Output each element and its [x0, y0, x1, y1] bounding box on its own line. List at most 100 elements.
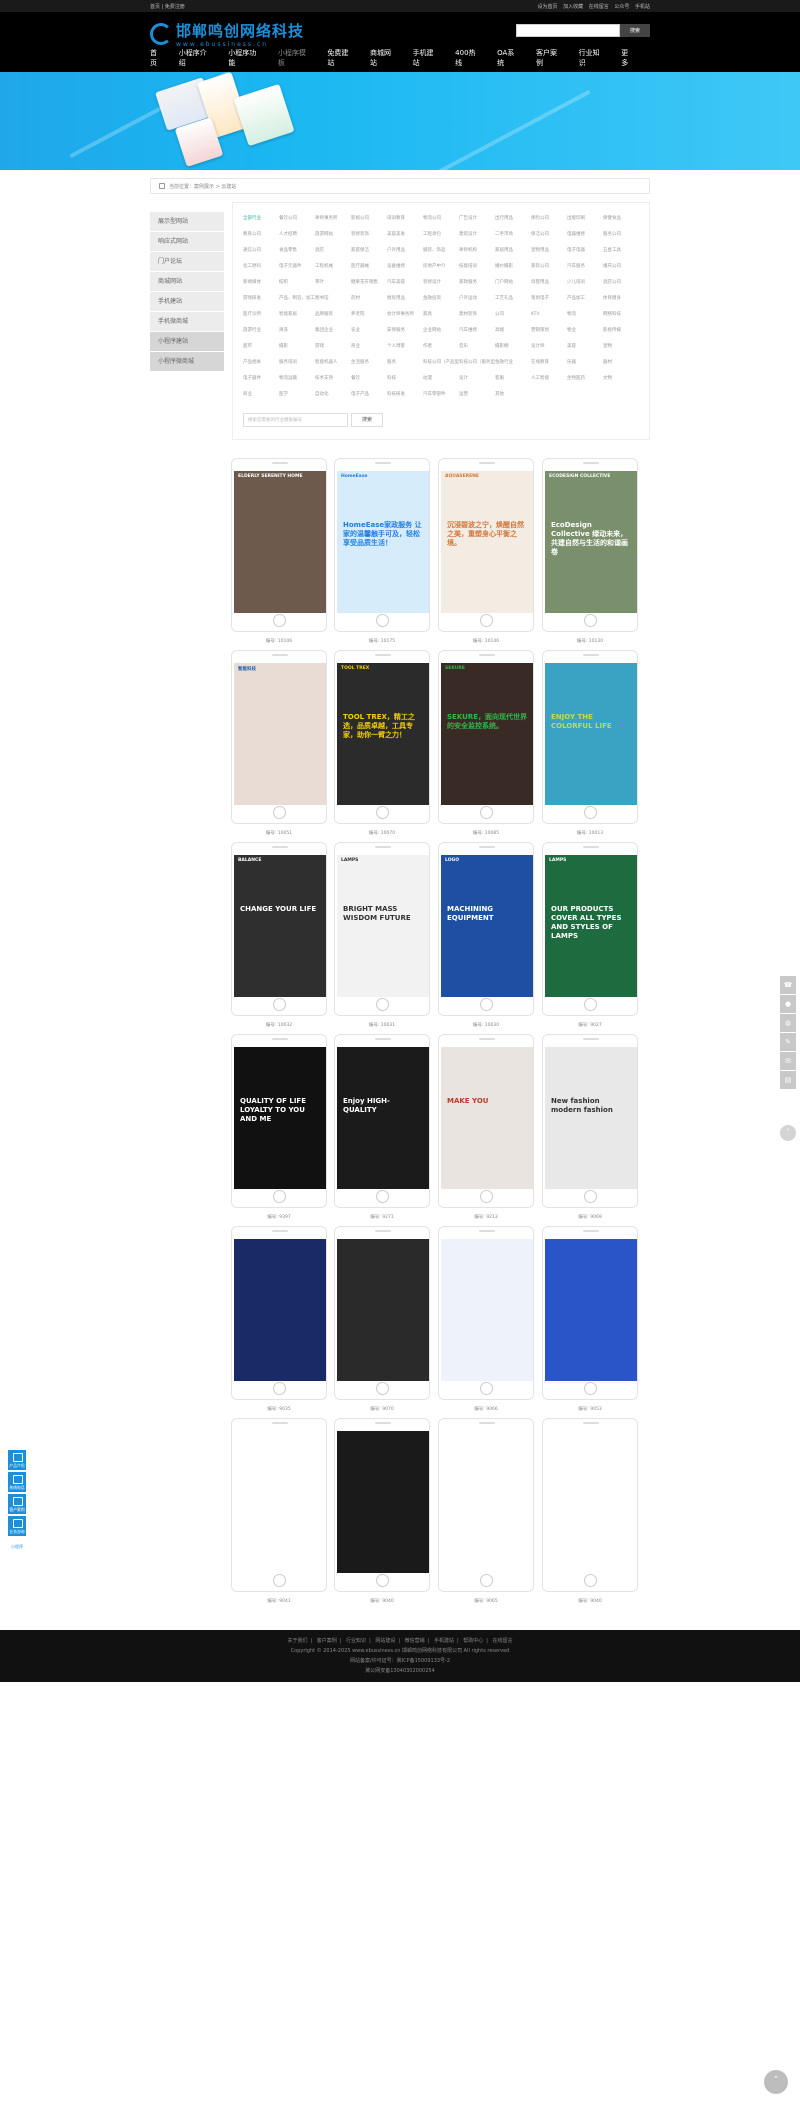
industry-tag[interactable]: 食品零售: [279, 243, 315, 259]
footer-link[interactable]: 在线留言: [493, 1638, 513, 1644]
industry-tag[interactable]: 商业: [351, 339, 387, 355]
industry-tag[interactable]: 安保服务: [387, 323, 423, 339]
template-card[interactable]: LAMPS OUR PRODUCTS COVER ALL TYPES AND ST…: [542, 842, 638, 1016]
industry-tag[interactable]: 房地产中介: [423, 259, 459, 275]
industry-tag[interactable]: 文物: [603, 371, 639, 387]
template-card[interactable]: ECODESIGN COLLECTIVE EcoDesign Collective…: [542, 458, 638, 632]
industry-tag[interactable]: 培训教育: [387, 211, 423, 227]
industry-tag[interactable]: 影视公司: [351, 211, 387, 227]
template-card[interactable]: HomeEase HomeEase家政服务 让家的温馨触手可及，轻松享受品质生活！: [334, 458, 430, 632]
industry-tag[interactable]: 旅游行业: [243, 323, 279, 339]
industry-tag[interactable]: 企业网站: [423, 323, 459, 339]
industry-tag[interactable]: 电子电器: [567, 243, 603, 259]
industry-tag[interactable]: 电子产品: [351, 387, 387, 403]
industry-tag[interactable]: 婚庆公司: [603, 259, 639, 275]
industry-tag[interactable]: 物流: [567, 307, 603, 323]
industry-tag[interactable]: 律师机构: [459, 243, 495, 259]
nav-free-site[interactable]: 免费建站: [327, 48, 355, 68]
nav-home[interactable]: 首页: [150, 48, 164, 68]
industry-tag[interactable]: 家具: [423, 307, 459, 323]
industry-tag[interactable]: 智能机器人: [315, 355, 351, 371]
template-card[interactable]: MAKE YOU: [438, 1034, 534, 1208]
industry-tag[interactable]: 客服: [495, 371, 531, 387]
template-card[interactable]: [334, 1418, 430, 1592]
industry-tag[interactable]: 教育公司: [243, 227, 279, 243]
industry-tag[interactable]: 器材: [603, 355, 639, 371]
industry-tag[interactable]: 汽车零部件: [423, 387, 459, 403]
industry-tag[interactable]: 餐饮: [351, 371, 387, 387]
industry-tag[interactable]: 在线教育: [531, 355, 567, 371]
industry-tag[interactable]: 金融行业: [495, 355, 531, 371]
industry-tag[interactable]: 金融投资: [423, 291, 459, 307]
industry-tag[interactable]: 服务: [387, 355, 423, 371]
nav-cases[interactable]: 客户案例: [536, 48, 564, 68]
template-card[interactable]: New fashion modern fashion: [542, 1034, 638, 1208]
sidebar-item-showcase[interactable]: 展示型网站: [150, 212, 224, 232]
template-card[interactable]: [231, 1226, 327, 1400]
nav-mobile-site[interactable]: 手机建站: [413, 48, 441, 68]
industry-tag[interactable]: 体育健身: [603, 291, 639, 307]
sidebar-item-mall[interactable]: 商城网站: [150, 272, 224, 292]
industry-tag[interactable]: 装修装饰: [351, 227, 387, 243]
industry-tag[interactable]: 茶叶: [315, 275, 351, 291]
industry-tag[interactable]: 自动化: [315, 387, 351, 403]
industry-tag[interactable]: 新闻媒体: [243, 275, 279, 291]
industry-tag[interactable]: 律师事务所: [315, 211, 351, 227]
template-card[interactable]: [438, 1418, 534, 1592]
footer-link[interactable]: 微信营销: [405, 1638, 425, 1644]
sidebar-item-responsive[interactable]: 响应式网站: [150, 232, 224, 252]
industry-tag[interactable]: 餐饮公司: [279, 211, 315, 227]
industry-tag[interactable]: 会计师事务所: [387, 307, 423, 323]
nav-more[interactable]: 更多: [621, 48, 635, 68]
template-card[interactable]: QUALITY OF LIFE LOYALTY TO YOU AND ME: [231, 1034, 327, 1208]
qq-icon[interactable]: ●: [780, 995, 796, 1013]
industry-tag[interactable]: 智能家居: [279, 307, 315, 323]
footer-link[interactable]: 网站建设: [375, 1638, 395, 1644]
industry-tag[interactable]: 汽车服务: [567, 259, 603, 275]
industry-tag[interactable]: 清洗: [279, 323, 315, 339]
industry-tag[interactable]: 保险公司: [531, 211, 567, 227]
industry-tag[interactable]: 工程机械: [315, 259, 351, 275]
nav-miniprogram-templates[interactable]: 小程序模板: [278, 48, 313, 68]
book-icon[interactable]: ▤: [780, 1071, 796, 1089]
industry-tag[interactable]: 技能培训: [459, 259, 495, 275]
sidebar-item-mobile-mall[interactable]: 手机微商城: [150, 312, 224, 332]
float-hotline-button[interactable]: 热线电话: [8, 1472, 26, 1492]
template-card[interactable]: BALANCE CHANGE YOUR LIFE: [231, 842, 327, 1016]
industry-tag[interactable]: 家装公司: [531, 259, 567, 275]
template-card[interactable]: [334, 1226, 430, 1400]
industry-tag[interactable]: 公司: [495, 307, 531, 323]
industry-tag[interactable]: 婚纱摄影: [495, 259, 531, 275]
tag-search-button[interactable]: 搜索: [351, 413, 383, 427]
industry-tag[interactable]: 保健食品: [603, 211, 639, 227]
industry-tag[interactable]: 生活服务: [351, 355, 387, 371]
industry-tag[interactable]: 汽车维修: [459, 323, 495, 339]
industry-tag[interactable]: 宠物用品: [531, 243, 567, 259]
industry-tag[interactable]: 医疗诊所: [243, 307, 279, 323]
industry-tag[interactable]: 营销策划: [531, 323, 567, 339]
industry-tag[interactable]: 人才招聘: [279, 227, 315, 243]
industry-tag[interactable]: 服务公司: [603, 227, 639, 243]
industry-tag[interactable]: 工程承包: [423, 227, 459, 243]
nav-400-hotline[interactable]: 400热线: [455, 48, 482, 68]
industry-tag[interactable]: 旅游网站: [315, 227, 351, 243]
footer-link[interactable]: 帮助中心: [463, 1638, 483, 1644]
industry-tag[interactable]: 全部行业: [243, 211, 279, 227]
link-favorite[interactable]: 加入收藏: [563, 4, 583, 10]
footer-icp[interactable]: 网站备案/许可证号：冀ICP备15009133号-2: [0, 1656, 800, 1666]
industry-tag[interactable]: 网络科技: [603, 307, 639, 323]
industry-tag[interactable]: 摄影: [279, 339, 315, 355]
industry-tag[interactable]: 家庭保洁: [351, 243, 387, 259]
message-icon[interactable]: ✎: [780, 1033, 796, 1051]
industry-tag[interactable]: 动漫: [423, 371, 459, 387]
industry-tag[interactable]: 保洁公司: [531, 227, 567, 243]
float-cases-button[interactable]: 客户案例: [8, 1494, 26, 1514]
nav-mall-site[interactable]: 商城网站: [370, 48, 398, 68]
industry-tag[interactable]: 医疗器械: [351, 259, 387, 275]
industry-tag[interactable]: 电器维修: [567, 227, 603, 243]
industry-tag[interactable]: 游戏研发: [243, 291, 279, 307]
scroll-top-small-icon[interactable]: ˄: [780, 1125, 796, 1141]
link-set-home[interactable]: 设为首页: [538, 4, 558, 10]
link-message[interactable]: 在线留言: [589, 4, 609, 10]
industry-tag[interactable]: 养老院: [351, 307, 387, 323]
